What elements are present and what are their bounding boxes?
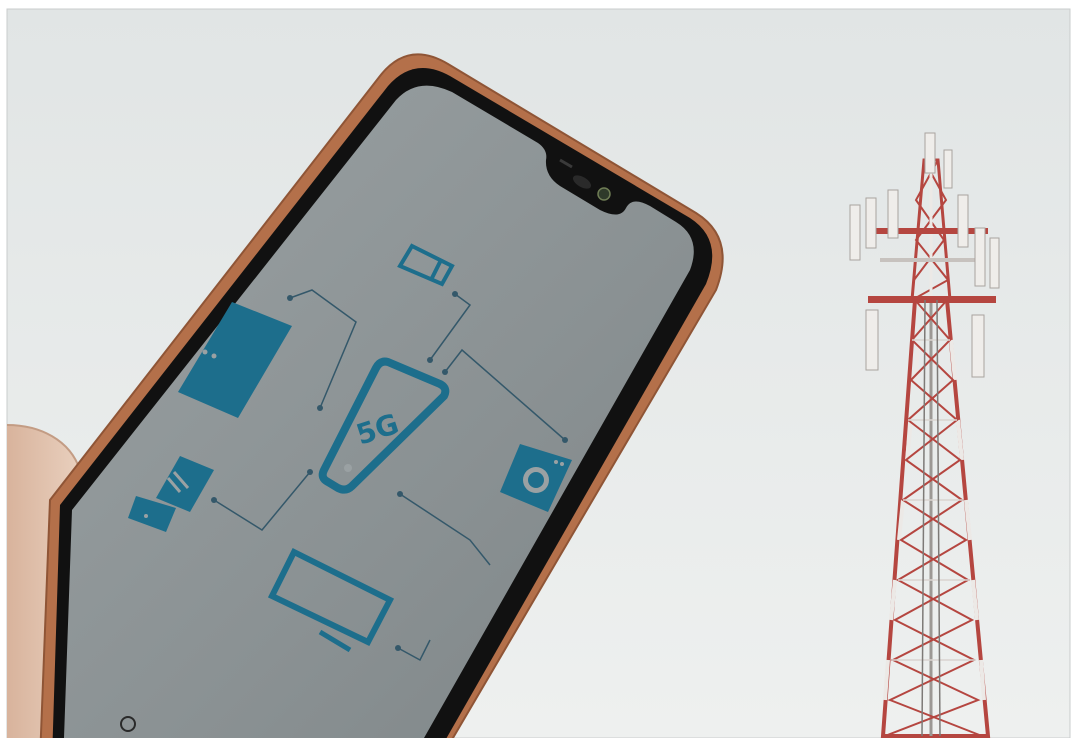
photo: 5G — [0, 0, 1073, 741]
scene: 5G — [0, 0, 1073, 741]
